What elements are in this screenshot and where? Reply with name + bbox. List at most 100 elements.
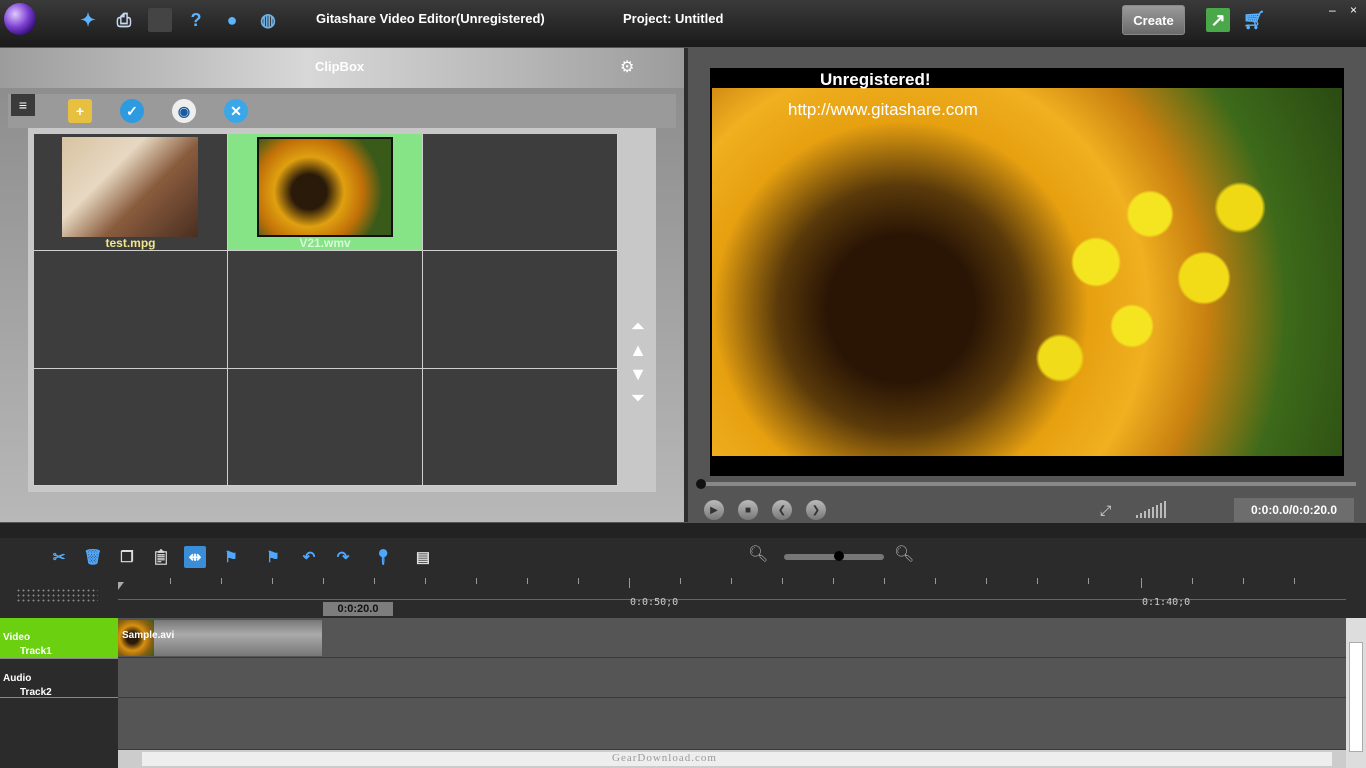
cut-icon[interactable]: ✂ [48, 546, 70, 568]
check-icon[interactable]: ✓ [120, 99, 144, 123]
project-name: Project: Untitled [623, 11, 724, 26]
audio-track-header[interactable]: Audio Track2 [0, 658, 118, 698]
volume-icon[interactable] [1136, 500, 1176, 518]
zoom-out-icon[interactable]: 🔍︎ [748, 544, 768, 564]
mark-out-icon[interactable]: ⚑ [262, 546, 284, 568]
split-icon[interactable]: ⇹ [184, 546, 206, 568]
close-button[interactable]: × [1350, 3, 1357, 17]
timeline-tracks: Video Track1 Audio Track2 Sample.avi Gea… [0, 618, 1366, 768]
add-folder-icon[interactable]: + [68, 99, 92, 123]
horizontal-scrollbar[interactable] [118, 750, 1346, 768]
track-title: Audio [3, 673, 32, 684]
clip-label: Sample.avi [122, 630, 175, 641]
clip-thumbnail [62, 137, 198, 237]
scroll-up-icon[interactable]: ▲ [628, 340, 648, 360]
zoom-in-icon[interactable]: 🔍︎ [894, 544, 914, 564]
zoom-slider[interactable] [784, 551, 884, 561]
paste-icon[interactable]: 📋︎ [150, 546, 172, 568]
redo-icon[interactable]: ↷ [332, 546, 354, 568]
playhead-marker[interactable] [118, 582, 124, 590]
empty-track-lane[interactable] [118, 698, 1346, 750]
undo-icon[interactable]: ↶ [298, 546, 320, 568]
seek-bar[interactable] [696, 479, 1356, 489]
title-bar: ✦ ⎙ ? ● ◍ Gitashare Video Editor(Unregis… [0, 0, 1366, 48]
clipbox-header: ClipBox ⚙ [0, 48, 684, 88]
clipbox-settings-icon[interactable]: ⚙ [620, 57, 648, 79]
next-icon[interactable]: ❯ [806, 500, 826, 520]
globe-icon[interactable]: ◍ [256, 8, 280, 32]
seek-knob[interactable] [696, 479, 706, 489]
marker-pin-icon[interactable]: 📍︎ [372, 546, 394, 568]
horizontal-scroll-thumb[interactable] [142, 752, 1332, 766]
edit-icon[interactable]: ↗ [1206, 8, 1230, 32]
help-icon[interactable]: ? [184, 8, 208, 32]
clip-slot-empty[interactable] [228, 369, 423, 486]
list-view-icon[interactable]: ≡ [11, 94, 35, 116]
clip-item-v21[interactable]: V21.wmv [228, 134, 423, 251]
watermark-unregistered: Unregistered! [820, 70, 931, 89]
ruler-label: 0:1:40;0 [1142, 597, 1191, 608]
panel-divider[interactable] [0, 522, 1366, 538]
play-icon[interactable]: ▶ [704, 500, 724, 520]
minimize-button[interactable]: – [1329, 3, 1336, 17]
track-subtitle: Track1 [20, 646, 52, 657]
vertical-scroll-thumb[interactable] [1349, 642, 1363, 752]
clipbox-panel: ClipBox ⚙ ≡ + ✓ ◉ ✕ test.mpg V21.wmv ⏶ ▲… [0, 48, 684, 522]
previous-icon[interactable]: ❮ [772, 500, 792, 520]
copy-icon[interactable]: ❐ [116, 546, 138, 568]
timeline-toolbar: ✂ 🗑︎ ❐ 📋︎ ⇹ ⚑ ⚑ ↶ ↷ 📍︎ ▤ 🔍︎ 🔍︎ [0, 538, 1366, 578]
chat-icon[interactable]: ● [220, 8, 244, 32]
playhead-time: 0:0:20.0 [323, 602, 393, 616]
clipbox-scroll-controls: ⏶ ▲ ▼ ⏷ [628, 316, 648, 412]
clip-slot-empty[interactable] [423, 251, 618, 369]
watermark-url: http://www.gitashare.com [788, 100, 978, 119]
app-window: ✦ ⎙ ? ● ◍ Gitashare Video Editor(Unregis… [0, 0, 1366, 768]
delete-icon[interactable]: 🗑︎ [82, 546, 104, 568]
scroll-bottom-icon[interactable]: ⏷ [628, 388, 648, 408]
clip-label: V21.wmv [299, 236, 351, 250]
track-subtitle: Track2 [20, 687, 52, 698]
video-screen[interactable]: Unregistered! http://www.gitashare.com [710, 68, 1344, 476]
vertical-scrollbar[interactable] [1346, 618, 1366, 768]
clip-slot-empty[interactable] [423, 134, 618, 251]
timecode-display: 0:0:0.0/0:0:20.0 [1234, 498, 1354, 522]
properties-icon[interactable]: ▤ [412, 546, 434, 568]
timeline-clip[interactable]: Sample.avi [118, 620, 322, 656]
zoom-slider-knob[interactable] [834, 551, 844, 561]
fullscreen-icon[interactable]: ⤢ [1100, 502, 1111, 519]
video-track-lane[interactable]: Sample.avi [118, 618, 1346, 658]
clipbox-title: ClipBox [315, 59, 365, 74]
clip-slot-empty[interactable] [34, 369, 228, 486]
create-button[interactable]: Create [1122, 5, 1185, 35]
clip-label: test.mpg [105, 236, 156, 250]
clipbox-toolbar: ≡ + ✓ ◉ ✕ [8, 94, 676, 128]
ruler-label: 0:0:50;0 [630, 597, 679, 608]
new-project-icon[interactable]: ✦ [76, 8, 100, 32]
footer-watermark: GearDownload.com [612, 752, 717, 764]
preview-eye-icon[interactable]: ◉ [172, 99, 196, 123]
clip-slot-empty[interactable] [34, 251, 228, 369]
audio-track-lane[interactable] [118, 658, 1346, 698]
clip-slot-empty[interactable] [423, 369, 618, 486]
video-content [952, 118, 1312, 438]
clipbox-grid-frame: test.mpg V21.wmv [28, 128, 656, 492]
video-frame [712, 88, 1342, 456]
clip-thumbnail [257, 137, 393, 237]
clip-slot-empty[interactable] [228, 251, 423, 369]
timeline-ruler-area: 0:0:20.0 0:0:50;0 0:1:40;0 [0, 578, 1366, 618]
monitor-icon[interactable] [148, 8, 172, 32]
stop-icon[interactable]: ■ [738, 500, 758, 520]
clip-item-test[interactable]: test.mpg [34, 134, 228, 251]
scroll-top-icon[interactable]: ⏶ [628, 316, 648, 336]
mark-in-icon[interactable]: ⚑ [220, 546, 242, 568]
app-title: Gitashare Video Editor(Unregistered) [316, 11, 545, 26]
scroll-down-icon[interactable]: ▼ [628, 364, 648, 384]
print-icon[interactable]: ⎙ [112, 8, 136, 32]
cart-icon[interactable]: 🛒︎ [1242, 8, 1266, 32]
video-track-header[interactable]: Video Track1 [0, 618, 118, 658]
preview-panel: Unregistered! http://www.gitashare.com ▶… [688, 48, 1366, 522]
clipbox-grid: test.mpg V21.wmv [34, 134, 618, 486]
remove-icon[interactable]: ✕ [224, 99, 248, 123]
grip-handle[interactable] [16, 588, 98, 602]
track-title: Video [3, 632, 31, 643]
